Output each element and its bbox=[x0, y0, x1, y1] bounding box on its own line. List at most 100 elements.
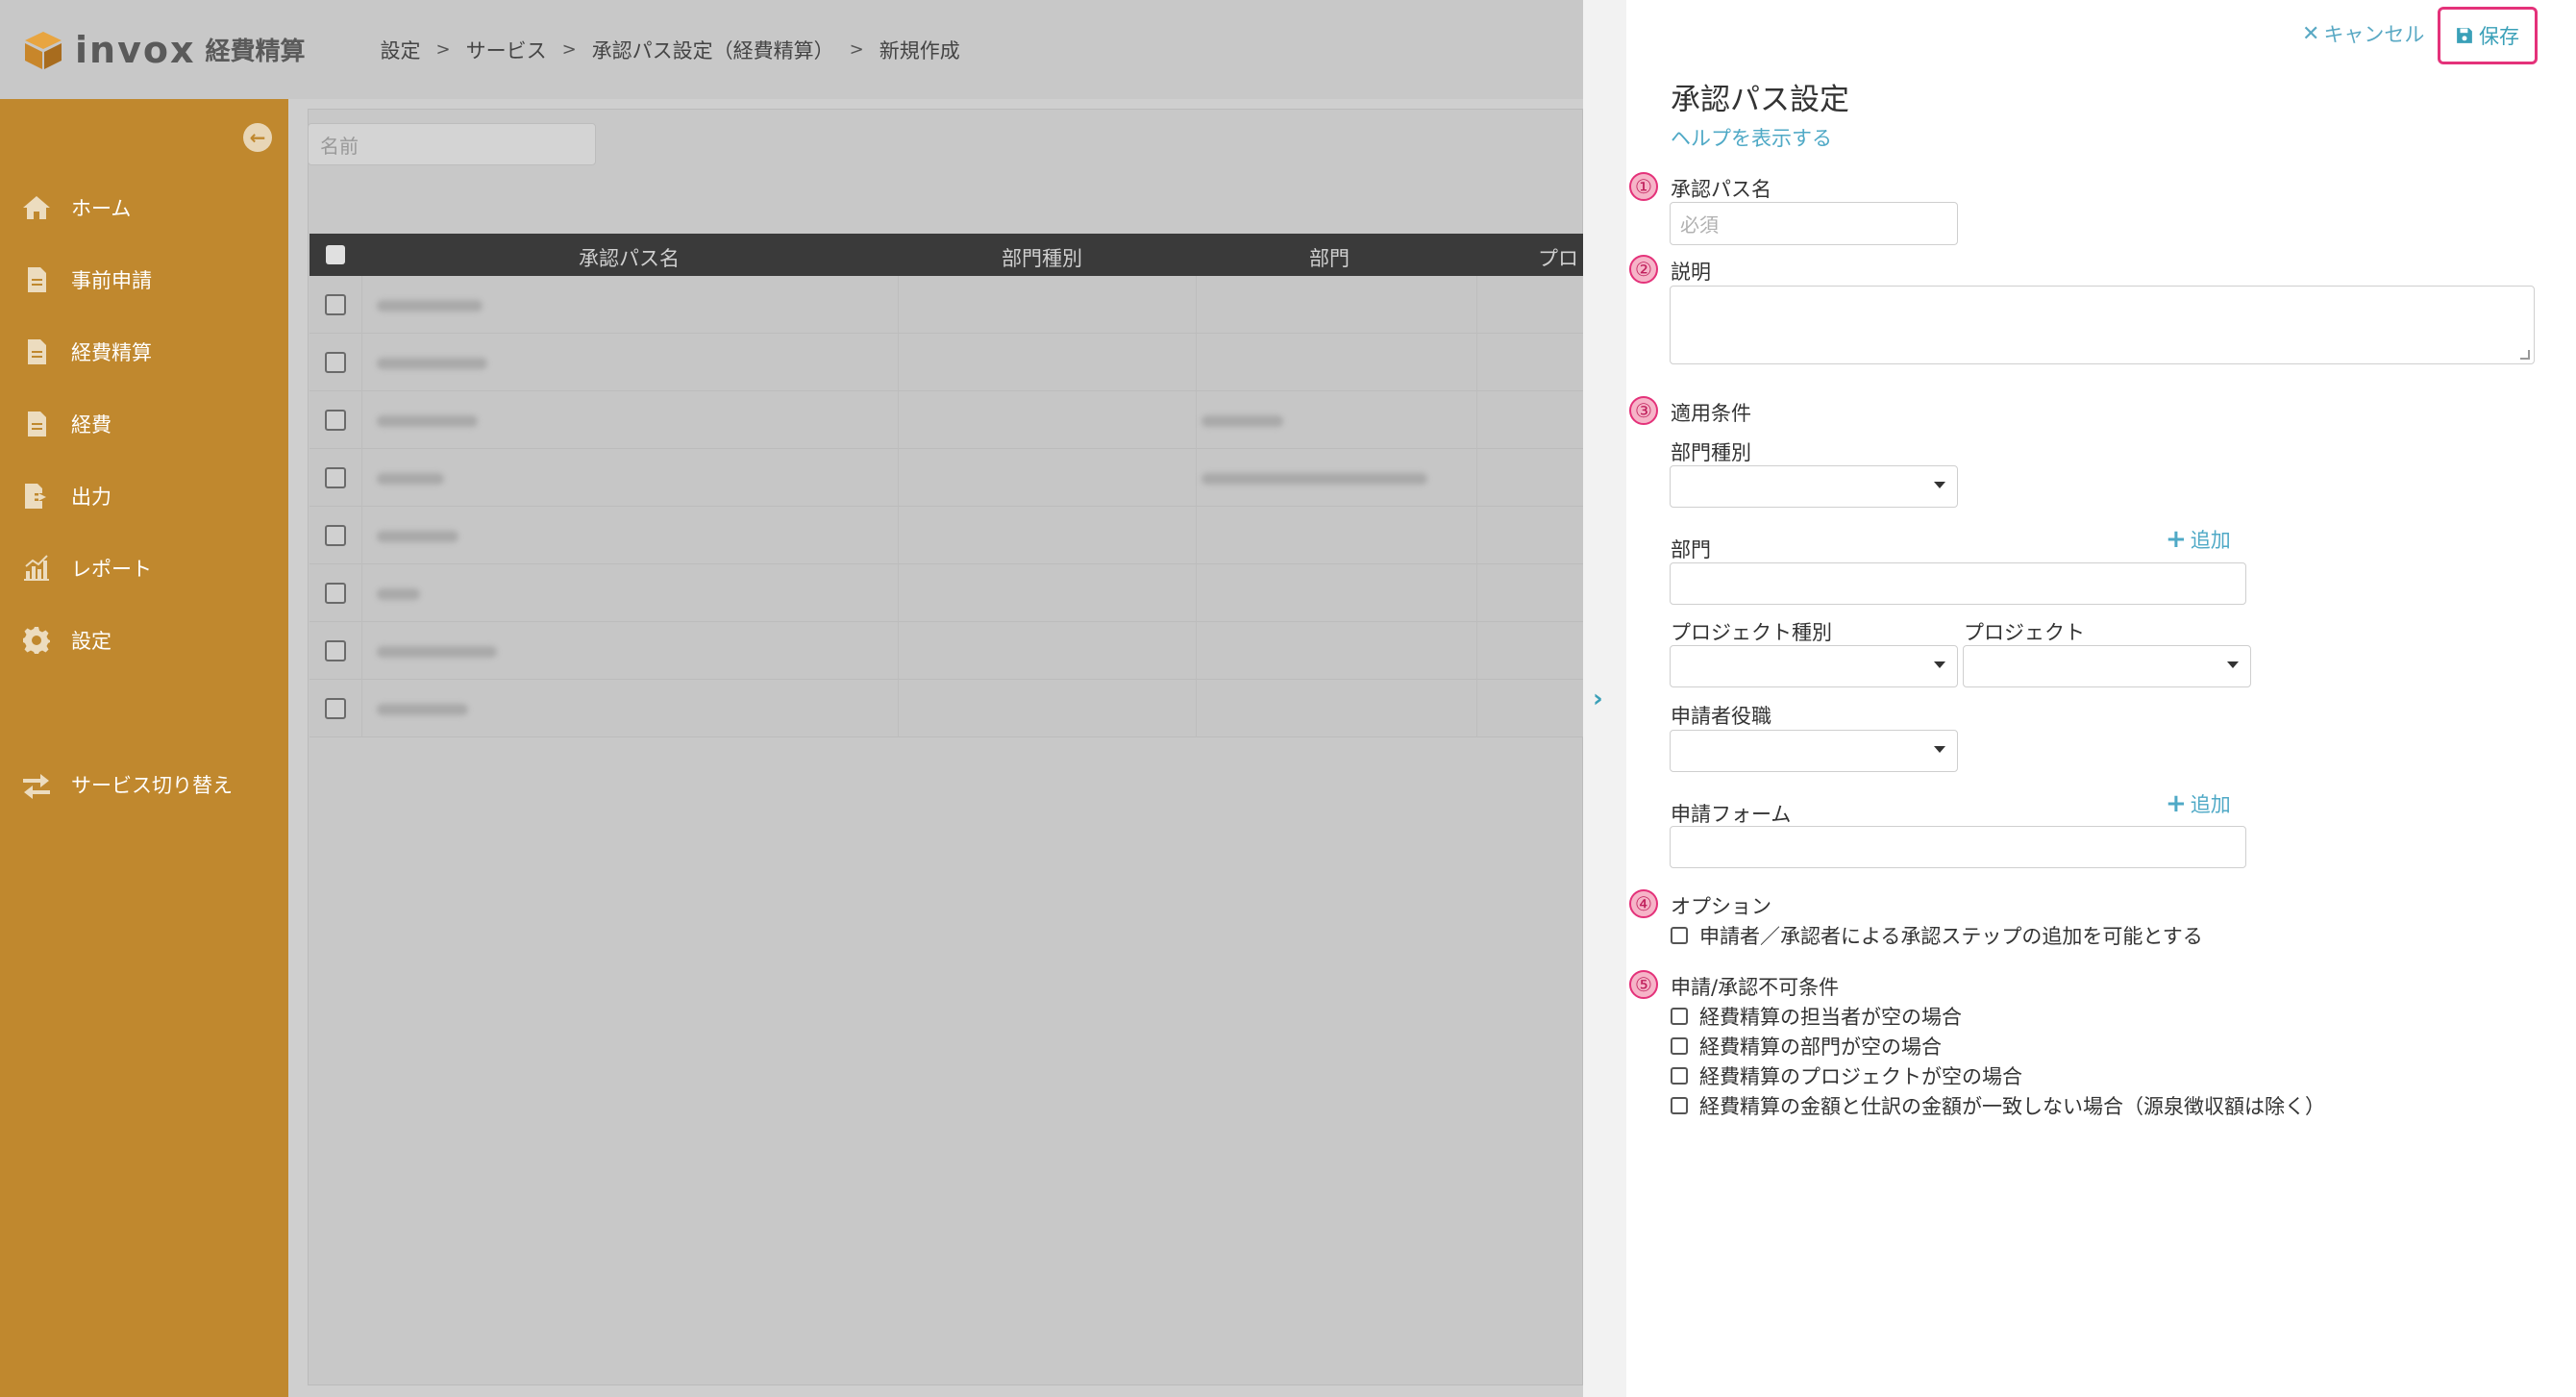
chart-icon bbox=[19, 551, 54, 586]
logo[interactable]: invox 経費精算 bbox=[21, 28, 305, 72]
restriction-amount-mismatch[interactable]: 経費精算の金額と仕訳の金額が一致しない場合（源泉徴収額は除く） bbox=[1671, 1091, 2325, 1120]
blurred-cell bbox=[377, 473, 444, 485]
restriction-empty-dept[interactable]: 経費精算の部門が空の場合 bbox=[1671, 1032, 1942, 1060]
row-checkbox[interactable] bbox=[325, 698, 346, 719]
document-icon bbox=[19, 407, 54, 441]
breadcrumb-item-service[interactable]: サービス bbox=[466, 36, 547, 64]
row-checkbox[interactable] bbox=[325, 525, 346, 546]
box-logo-icon bbox=[21, 28, 65, 72]
applicant-role-label: 申請者役職 bbox=[1671, 705, 1771, 728]
sidebar-item-label: 経費 bbox=[71, 413, 111, 437]
table-row[interactable] bbox=[310, 564, 1583, 622]
sidebar-item-service-switch[interactable]: サービス切り替え bbox=[0, 761, 288, 809]
row-checkbox[interactable] bbox=[325, 467, 346, 488]
checkbox[interactable] bbox=[1671, 1008, 1688, 1025]
add-form-button[interactable]: + 追加 bbox=[2166, 789, 2231, 818]
dept-label: 部門 bbox=[1671, 538, 1711, 561]
path-name-label: 承認パス名 bbox=[1671, 178, 1771, 201]
sidebar-item-home[interactable]: ホーム bbox=[0, 184, 288, 232]
sidebar-item-label: レポート bbox=[71, 558, 152, 581]
row-checkbox[interactable] bbox=[325, 410, 346, 431]
sidebar-item-export[interactable]: 出力 bbox=[0, 472, 288, 520]
checkbox[interactable] bbox=[1671, 1097, 1688, 1114]
add-form-label: 追加 bbox=[2190, 793, 2231, 816]
table-row[interactable] bbox=[310, 449, 1583, 507]
table-row[interactable] bbox=[310, 276, 1583, 334]
step-number-2: ② bbox=[1629, 255, 1658, 284]
approval-path-table: 承認パス名 部門種別 部門 プロジ bbox=[310, 234, 1583, 737]
applicant-role-select[interactable] bbox=[1670, 730, 1958, 772]
row-checkbox[interactable] bbox=[325, 640, 346, 661]
project-select[interactable] bbox=[1963, 645, 2251, 687]
table-row[interactable] bbox=[310, 622, 1583, 680]
column-header-path-name[interactable]: 承認パス名 bbox=[579, 243, 680, 272]
dept-input[interactable] bbox=[1670, 562, 2246, 605]
sidebar-item-settings[interactable]: 設定 bbox=[0, 616, 288, 664]
collapse-sidebar-button[interactable]: ← bbox=[243, 123, 272, 152]
project-label: プロジェクト bbox=[1964, 621, 2085, 644]
sidebar-item-label: 設定 bbox=[71, 630, 111, 653]
panel-edge: › bbox=[1583, 0, 1626, 1397]
sidebar-item-expense-report[interactable]: 経費精算 bbox=[0, 328, 288, 376]
switch-icon bbox=[19, 767, 54, 802]
table-header: 承認パス名 部門種別 部門 プロジ bbox=[310, 234, 1583, 299]
sidebar-item-label: 経費精算 bbox=[71, 341, 152, 364]
row-checkbox[interactable] bbox=[325, 352, 346, 373]
table-row[interactable] bbox=[310, 507, 1583, 564]
conditions-label: 適用条件 bbox=[1671, 402, 1751, 425]
options-label: オプション bbox=[1671, 895, 1771, 918]
checkbox[interactable] bbox=[1671, 1067, 1688, 1085]
description-textarea[interactable] bbox=[1670, 286, 2535, 364]
option-label: 経費精算のプロジェクトが空の場合 bbox=[1699, 1065, 2022, 1088]
restriction-empty-project[interactable]: 経費精算のプロジェクトが空の場合 bbox=[1671, 1061, 2022, 1090]
option-label: 経費精算の部門が空の場合 bbox=[1699, 1035, 1942, 1059]
table-row[interactable] bbox=[310, 680, 1583, 737]
blurred-cell bbox=[1201, 473, 1427, 485]
chevron-right-icon[interactable]: › bbox=[1593, 685, 1603, 713]
caret-down-icon bbox=[1934, 746, 1945, 753]
gear-icon bbox=[19, 623, 54, 658]
sidebar-item-expenses[interactable]: 経費 bbox=[0, 400, 288, 448]
column-header-dept-type[interactable]: 部門種別 bbox=[1002, 243, 1082, 272]
column-header-dept[interactable]: 部門 bbox=[1309, 243, 1350, 272]
project-type-select[interactable] bbox=[1670, 645, 1958, 687]
checkbox[interactable] bbox=[1671, 1037, 1688, 1055]
description-label: 説明 bbox=[1671, 261, 1711, 284]
blurred-cell bbox=[377, 704, 468, 715]
application-form-input[interactable] bbox=[1670, 826, 2246, 868]
sidebar-item-pre-application[interactable]: 事前申請 bbox=[0, 256, 288, 304]
help-link[interactable]: ヘルプを表示する bbox=[1671, 123, 1832, 152]
export-icon bbox=[19, 479, 54, 513]
plus-icon: + bbox=[2166, 789, 2187, 818]
breadcrumb-item-approval-path[interactable]: 承認パス設定（経費精算） bbox=[592, 36, 834, 64]
home-icon bbox=[19, 190, 54, 225]
checkbox[interactable] bbox=[1671, 927, 1688, 944]
table-row[interactable] bbox=[310, 391, 1583, 449]
step-number-5: ⑤ bbox=[1629, 970, 1658, 999]
dept-type-select[interactable] bbox=[1670, 465, 1958, 508]
caret-down-icon bbox=[1934, 661, 1945, 668]
save-button[interactable]: 保存 bbox=[2438, 7, 2538, 64]
restriction-empty-assignee[interactable]: 経費精算の担当者が空の場合 bbox=[1671, 1002, 1962, 1031]
row-checkbox[interactable] bbox=[325, 583, 346, 604]
application-form-label: 申請フォーム bbox=[1671, 803, 1792, 826]
resize-handle-icon[interactable] bbox=[2520, 350, 2530, 360]
breadcrumb-item-settings[interactable]: 設定 bbox=[380, 36, 420, 64]
sidebar-item-label: 出力 bbox=[71, 486, 111, 509]
row-checkbox[interactable] bbox=[325, 294, 346, 315]
blurred-cell bbox=[377, 300, 483, 312]
path-name-input[interactable]: 必須 bbox=[1670, 202, 1958, 245]
floppy-disk-icon bbox=[2457, 28, 2472, 43]
cancel-button[interactable]: ✕ キャンセル bbox=[2302, 19, 2424, 48]
step-number-1: ① bbox=[1629, 172, 1658, 201]
option-add-approval-step[interactable]: 申請者／承認者による承認ステップの追加を可能とする bbox=[1671, 921, 2203, 950]
option-label: 経費精算の金額と仕訳の金額が一致しない場合（源泉徴収額は除く） bbox=[1699, 1095, 2325, 1118]
path-name-placeholder: 必須 bbox=[1680, 213, 1719, 237]
breadcrumb-item-new: 新規作成 bbox=[879, 38, 960, 62]
select-all-checkbox[interactable] bbox=[326, 245, 345, 264]
panel-title: 承認パス設定 bbox=[1671, 83, 1849, 117]
table-row[interactable] bbox=[310, 334, 1583, 391]
add-dept-button[interactable]: + 追加 bbox=[2166, 525, 2231, 554]
name-filter-input[interactable]: 名前 bbox=[308, 123, 596, 165]
sidebar-item-report[interactable]: レポート bbox=[0, 544, 288, 592]
